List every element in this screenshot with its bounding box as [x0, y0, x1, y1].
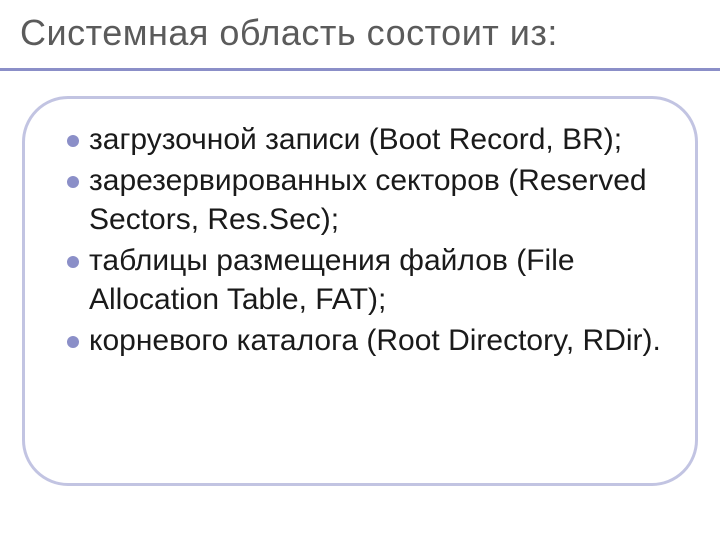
title-underline [0, 68, 720, 71]
list-item: таблицы размещения файлов (File Allocati… [67, 242, 665, 319]
bullet-text: таблицы размещения файлов (File Allocati… [89, 242, 665, 319]
bullet-text: зарезервированных секторов (Reserved Sec… [89, 162, 665, 239]
page-title: Системная область состоит из: [20, 12, 700, 54]
title-bar: Системная область состоит из: [0, 0, 720, 62]
bullet-text: загрузочной записи (Bооt Record, ВR); [89, 121, 622, 159]
content-box: загрузочной записи (Bооt Record, ВR); за… [22, 96, 698, 486]
bullet-icon [67, 176, 79, 188]
bullet-text: корневого каталога (Root Directory, RDir… [89, 322, 661, 360]
list-item: зарезервированных секторов (Reserved Sec… [67, 162, 665, 239]
list-item: корневого каталога (Root Directory, RDir… [67, 322, 665, 360]
bullet-icon [67, 336, 79, 348]
bullet-icon [67, 256, 79, 268]
bullet-icon [67, 135, 79, 147]
list-item: загрузочной записи (Bооt Record, ВR); [67, 121, 665, 159]
